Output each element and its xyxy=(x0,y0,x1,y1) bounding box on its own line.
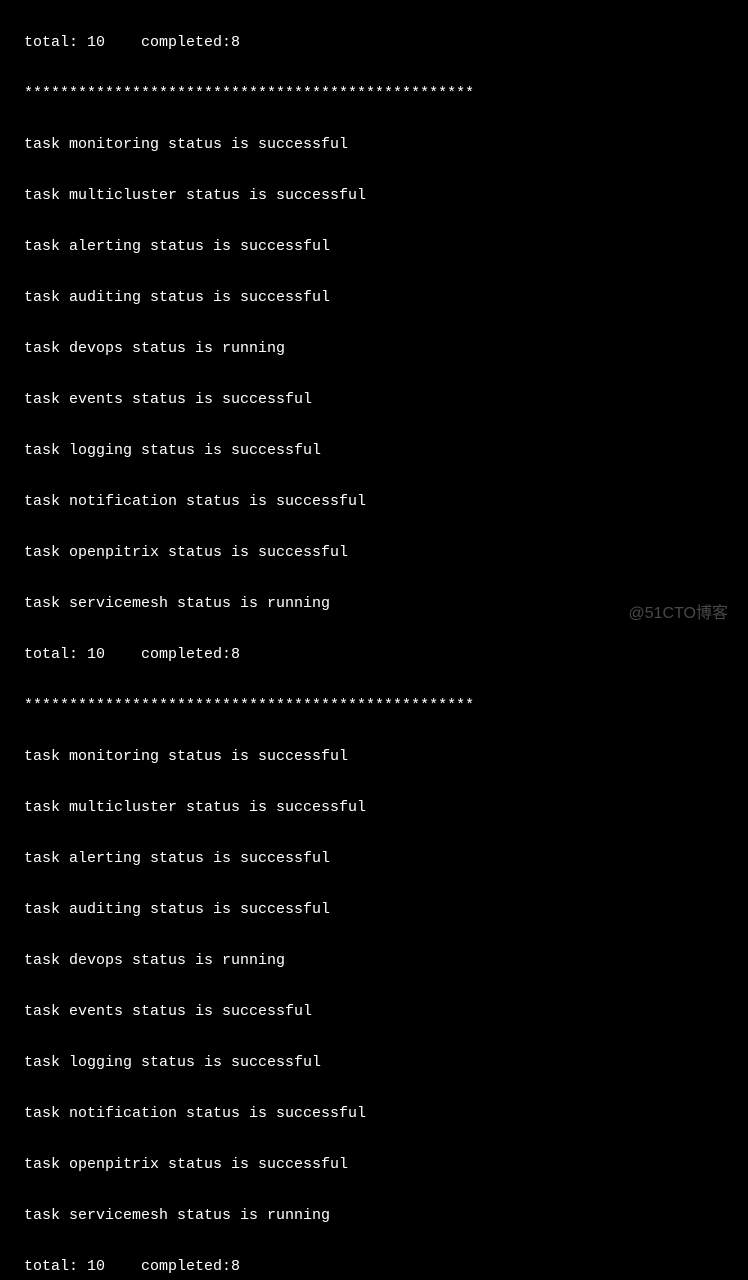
terminal-line: total: 10 completed:8 xyxy=(24,646,724,663)
terminal-line: ****************************************… xyxy=(24,697,724,714)
terminal-line: task auditing status is successful xyxy=(24,901,724,918)
terminal-line: task devops status is running xyxy=(24,952,724,969)
terminal-line: task monitoring status is successful xyxy=(24,748,724,765)
terminal-line: task servicemesh status is running xyxy=(24,595,724,612)
terminal-line: task multicluster status is successful xyxy=(24,799,724,816)
terminal-line: task openpitrix status is successful xyxy=(24,1156,724,1173)
terminal-line: task monitoring status is successful xyxy=(24,136,724,153)
terminal-line: task alerting status is successful xyxy=(24,850,724,867)
terminal-line: task logging status is successful xyxy=(24,442,724,459)
terminal-line: task notification status is successful xyxy=(24,493,724,510)
terminal-line: total: 10 completed:8 xyxy=(24,1258,724,1275)
terminal-line: task auditing status is successful xyxy=(24,289,724,306)
terminal-line: task devops status is running xyxy=(24,340,724,357)
terminal-line: task events status is successful xyxy=(24,1003,724,1020)
terminal-line: ****************************************… xyxy=(24,85,724,102)
terminal-line: task notification status is successful xyxy=(24,1105,724,1122)
terminal-output: total: 10 completed:8 ******************… xyxy=(0,0,748,1280)
terminal-line: task alerting status is successful xyxy=(24,238,724,255)
terminal-line: total: 10 completed:8 xyxy=(24,34,724,51)
terminal-line: task logging status is successful xyxy=(24,1054,724,1071)
terminal-line: task events status is successful xyxy=(24,391,724,408)
terminal-line: task servicemesh status is running xyxy=(24,1207,724,1224)
watermark: @51CTO博客 xyxy=(628,605,728,622)
terminal-line: task multicluster status is successful xyxy=(24,187,724,204)
terminal-line: task openpitrix status is successful xyxy=(24,544,724,561)
